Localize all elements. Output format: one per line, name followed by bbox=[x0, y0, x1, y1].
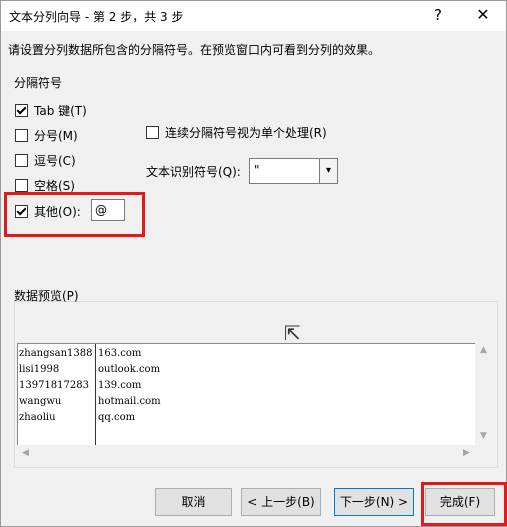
preview-cell-col2: outlook.com bbox=[98, 364, 161, 375]
space-label: 空格(S) bbox=[34, 178, 75, 193]
preview-vertical-scrollbar[interactable]: ▲ ▼ bbox=[475, 343, 492, 445]
mouse-cursor-icon: ⇱ bbox=[284, 321, 301, 345]
instruction-text: 请设置分列数据所包含的分隔符号。在预览窗口内可看到分列的效果。 bbox=[8, 43, 381, 57]
preview-cell-col1: zhangsan1388 bbox=[19, 348, 93, 359]
text-qualifier-label: 文本识别符号(Q): bbox=[146, 165, 241, 179]
close-icon[interactable]: ✕ bbox=[470, 4, 496, 26]
preview-horizontal-scrollbar[interactable]: ◀ ▶ bbox=[17, 445, 492, 462]
scroll-up-icon[interactable]: ▲ bbox=[475, 345, 492, 355]
window-title: 文本分列向导 - 第 2 步，共 3 步 bbox=[9, 10, 184, 24]
scroll-right-icon[interactable]: ▶ bbox=[458, 448, 475, 458]
preview-label: 数据预览(P) bbox=[14, 289, 79, 303]
comma-checkbox-row[interactable]: 逗号(C) bbox=[15, 151, 76, 169]
title-bar: 文本分列向导 - 第 2 步，共 3 步 ? ✕ bbox=[1, 1, 506, 31]
tab-checkbox-row[interactable]: Tab 键(T) bbox=[15, 101, 87, 119]
tab-checkbox[interactable] bbox=[15, 103, 28, 117]
space-checkbox[interactable] bbox=[15, 178, 28, 192]
preview-cell-col2: qq.com bbox=[98, 412, 136, 423]
cancel-button[interactable]: 取消 bbox=[155, 488, 232, 516]
help-icon[interactable]: ? bbox=[425, 4, 451, 26]
highlight-box-finish bbox=[421, 482, 507, 526]
text-qualifier-value: " bbox=[254, 163, 260, 177]
comma-checkbox[interactable] bbox=[15, 153, 28, 167]
text-qualifier-select[interactable]: " ▾ bbox=[249, 158, 338, 184]
preview-cell-col1: wangwu bbox=[19, 396, 62, 407]
semicolon-label: 分号(M) bbox=[34, 128, 78, 143]
preview-cell-col2: 163.com bbox=[98, 348, 142, 359]
highlight-box-other bbox=[4, 192, 145, 237]
text-to-columns-wizard: 文本分列向导 - 第 2 步，共 3 步 ? ✕ 请设置分列数据所包含的分隔符号… bbox=[0, 0, 507, 527]
scroll-down-icon[interactable]: ▼ bbox=[475, 431, 492, 441]
next-button[interactable]: 下一步(N) > bbox=[334, 488, 414, 516]
preview-cell-col2: 139.com bbox=[98, 380, 142, 391]
comma-label: 逗号(C) bbox=[34, 153, 76, 168]
semicolon-checkbox[interactable] bbox=[15, 128, 28, 142]
chevron-down-icon[interactable]: ▾ bbox=[319, 159, 337, 183]
semicolon-checkbox-row[interactable]: 分号(M) bbox=[15, 126, 78, 144]
tab-label: Tab 键(T) bbox=[34, 103, 87, 118]
column-divider[interactable] bbox=[95, 344, 96, 446]
preview-cell-col1: lisi1998 bbox=[19, 364, 60, 375]
preview-cell-col2: hotmail.com bbox=[98, 396, 161, 407]
preview-cell-col1: 13971817283 bbox=[19, 380, 89, 391]
data-preview[interactable]: zhangsan1388 163.com lisi1998 outlook.co… bbox=[17, 343, 477, 447]
consecutive-delimiters-row[interactable]: 连续分隔符号视为单个处理(R) bbox=[146, 123, 327, 141]
delimiters-group-label: 分隔符号 bbox=[14, 76, 63, 90]
back-button[interactable]: < 上一步(B) bbox=[241, 488, 321, 516]
preview-cell-col1: zhaoliu bbox=[19, 412, 56, 423]
consecutive-checkbox[interactable] bbox=[146, 125, 159, 139]
consecutive-label: 连续分隔符号视为单个处理(R) bbox=[165, 125, 327, 140]
scroll-left-icon[interactable]: ◀ bbox=[17, 448, 34, 458]
